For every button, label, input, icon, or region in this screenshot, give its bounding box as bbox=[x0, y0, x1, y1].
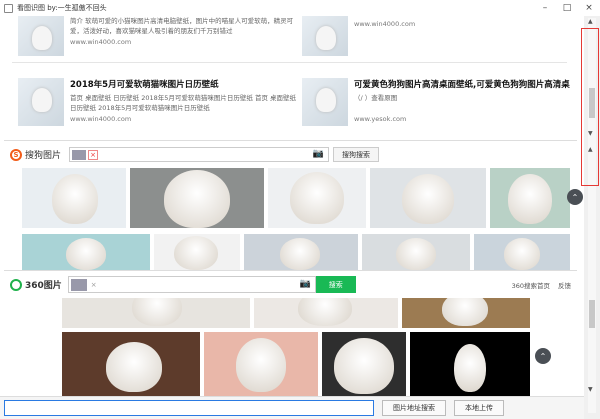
feedback-link[interactable]: 反馈 bbox=[558, 280, 571, 290]
image-tile[interactable] bbox=[62, 332, 200, 396]
result-thumbnail[interactable] bbox=[18, 78, 64, 126]
scroll-up-icon[interactable]: ▲ bbox=[588, 18, 593, 25]
divider bbox=[12, 62, 567, 63]
remove-image-icon[interactable]: × bbox=[88, 149, 99, 160]
sogou-image-grid bbox=[4, 168, 577, 270]
result-thumbnail[interactable] bbox=[302, 78, 348, 126]
result-item[interactable]: www.win4000.com bbox=[302, 16, 577, 56]
maximize-button[interactable]: □ bbox=[556, 0, 578, 16]
url-search-button[interactable]: 图片地址搜索 bbox=[382, 400, 446, 416]
result-source: www.win4000.com bbox=[354, 20, 416, 28]
result-item[interactable]: 简介 软萌可爱的小猫咪图片高清电脑壁纸，图片中的喵星人可爱软萌，精灵可爱，活泼好… bbox=[18, 16, 300, 56]
result-item[interactable]: 2018年5月可爱软萌猫咪图片日历壁纸 首页 桌面壁纸 日历壁纸 2018年5月… bbox=[18, 78, 300, 126]
sogou-search-input[interactable]: × 📷 bbox=[69, 147, 330, 162]
image-tile[interactable] bbox=[410, 332, 530, 396]
s360-logo-text: 360图片 bbox=[25, 281, 62, 291]
camera-icon[interactable]: 📷 bbox=[313, 149, 324, 159]
image-tile[interactable] bbox=[402, 298, 530, 328]
local-upload-button[interactable]: 本地上传 bbox=[454, 400, 504, 416]
image-tile[interactable] bbox=[130, 168, 264, 228]
result-thumbnail[interactable] bbox=[18, 16, 64, 56]
sogou-search-button[interactable]: 搜狗搜索 bbox=[333, 147, 380, 162]
window-title: 看图识图 by:一生孤傲不回头 bbox=[17, 4, 107, 12]
remove-image-icon[interactable]: × bbox=[91, 281, 97, 289]
title-bar: 看图识图 by:一生孤傲不回头 – □ × bbox=[0, 0, 600, 16]
scroll-down-icon[interactable]: ▼ bbox=[588, 386, 593, 393]
image-tile[interactable] bbox=[254, 298, 398, 328]
image-tile[interactable] bbox=[370, 168, 486, 228]
sogou-logo-text: 搜狗图片 bbox=[25, 151, 62, 161]
image-tile[interactable] bbox=[204, 332, 318, 396]
baidu-results-pane: 简介 软萌可爱的小猫咪图片高清电脑壁纸，图片中的喵星人可爱软萌，精灵可爱，活泼好… bbox=[4, 16, 577, 138]
app-icon bbox=[4, 3, 13, 13]
image-tile[interactable] bbox=[154, 234, 240, 270]
result-title[interactable]: 可爱黄色狗狗图片高清桌面壁纸,可爱黄色狗狗图片高清桌 bbox=[354, 78, 574, 90]
image-tile[interactable] bbox=[268, 168, 366, 228]
image-url-input[interactable] bbox=[4, 400, 374, 416]
s360-image-grid bbox=[4, 298, 577, 396]
bottom-toolbar: 图片地址搜索 本地上传 bbox=[0, 396, 584, 419]
result-desc: 简介 软萌可爱的小猫咪图片高清电脑壁纸，图片中的喵星人可爱软萌，精灵可爱，活泼好… bbox=[70, 17, 294, 35]
result-source: www.win4000.com bbox=[70, 38, 132, 46]
highlight-box bbox=[581, 28, 599, 186]
result-source: www.yesok.com bbox=[354, 115, 407, 123]
query-image-chip bbox=[72, 149, 87, 160]
image-tile[interactable] bbox=[362, 234, 470, 270]
s360-search-button[interactable]: 搜索 bbox=[315, 276, 356, 293]
sogou-logo-icon: S bbox=[10, 148, 22, 161]
image-tile[interactable] bbox=[22, 234, 150, 270]
result-desc: 首页 桌面壁纸 日历壁纸 2018年5月可爱软萌猫咪图片日历壁纸 首页 桌面壁纸… bbox=[70, 94, 297, 112]
image-tile[interactable] bbox=[490, 168, 570, 228]
minimize-button[interactable]: – bbox=[534, 0, 556, 16]
window-controls: – □ × bbox=[534, 0, 600, 16]
camera-icon[interactable]: 📷 bbox=[300, 279, 311, 289]
s360-search-input[interactable]: × 📷 bbox=[67, 276, 316, 293]
result-source: www.win4000.com bbox=[70, 115, 132, 123]
s360-home-link[interactable]: 360搜索首页 bbox=[512, 280, 550, 290]
s360-logo: 360图片 bbox=[10, 278, 62, 291]
result-desc: （/ ）查看原图 bbox=[354, 94, 398, 102]
image-tile[interactable] bbox=[474, 234, 570, 270]
image-tile[interactable] bbox=[22, 168, 126, 228]
s360-links: 360搜索首页 反馈 bbox=[512, 280, 571, 290]
image-tile[interactable] bbox=[322, 332, 406, 396]
sogou-search-bar: S 搜狗图片 × 📷 搜狗搜索 bbox=[4, 140, 577, 168]
result-title[interactable]: 2018年5月可爱软萌猫咪图片日历壁纸 bbox=[70, 78, 300, 90]
sogou-logo: S 搜狗图片 bbox=[10, 148, 61, 161]
s360-search-bar: 360图片 × 📷 搜索 360搜索首页 反馈 bbox=[4, 270, 577, 298]
scrollbar-thumb[interactable] bbox=[589, 300, 595, 328]
back-to-top-icon[interactable]: ⌃ bbox=[535, 348, 551, 364]
result-thumbnail[interactable] bbox=[302, 16, 348, 56]
back-to-top-icon[interactable]: ⌃ bbox=[567, 189, 583, 205]
close-button[interactable]: × bbox=[578, 0, 600, 16]
s360-logo-icon bbox=[10, 278, 22, 291]
image-tile[interactable] bbox=[244, 234, 358, 270]
image-tile[interactable] bbox=[62, 298, 250, 328]
query-image-chip bbox=[70, 278, 87, 291]
result-item[interactable]: 可爱黄色狗狗图片高清桌面壁纸,可爱黄色狗狗图片高清桌 （/ ）查看原图 www.… bbox=[302, 78, 574, 126]
